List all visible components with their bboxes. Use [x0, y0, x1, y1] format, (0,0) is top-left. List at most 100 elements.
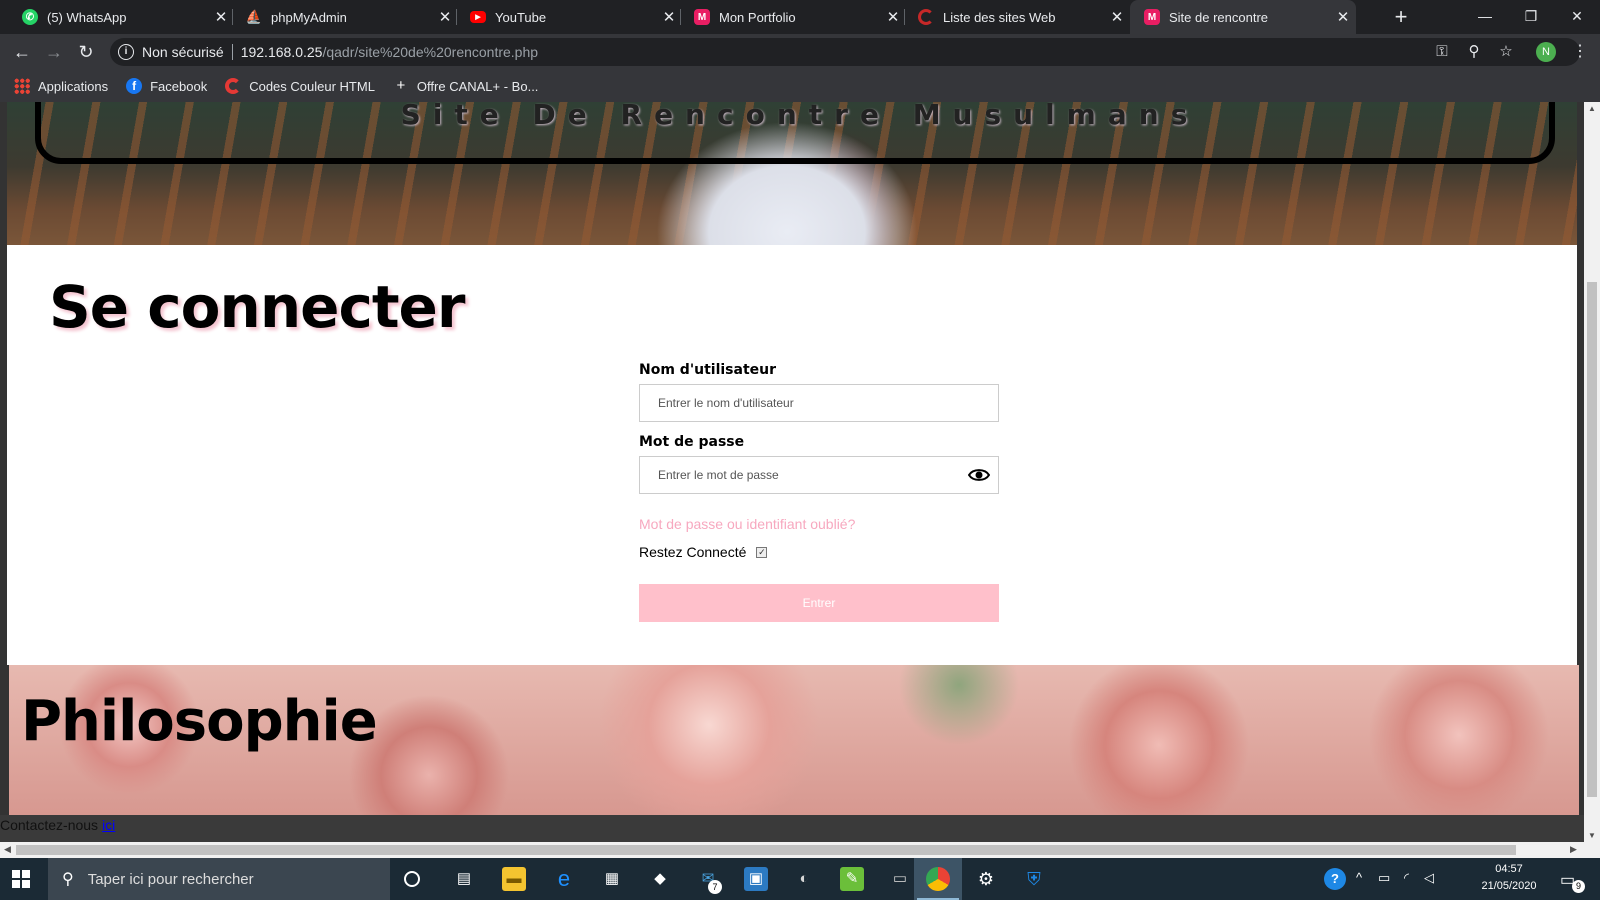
- new-tab-button[interactable]: +: [1388, 4, 1414, 30]
- contact-link[interactable]: ici: [102, 817, 115, 833]
- scroll-down-icon[interactable]: ▼: [1584, 831, 1600, 840]
- close-icon[interactable]: ✕: [432, 8, 458, 26]
- notepad-icon[interactable]: ✎: [840, 867, 864, 891]
- menu-dots-icon[interactable]: ⋮: [1572, 42, 1588, 62]
- password-placeholder: Entrer le mot de passe: [658, 468, 779, 482]
- remember-label: Restez Connecté: [639, 544, 747, 560]
- philosophy-banner: Philosophie: [9, 665, 1579, 815]
- bookmark-canal-plus[interactable]: + Offre CANAL+ - Bo...: [393, 78, 539, 94]
- cortana-icon[interactable]: [404, 871, 420, 887]
- tab-label: YouTube: [495, 9, 547, 25]
- bookmark-facebook[interactable]: f Facebook: [126, 78, 207, 94]
- vertical-scrollbar[interactable]: ▲ ▼: [1584, 102, 1600, 842]
- tab-phpmyadmin[interactable]: ⛵ phpMyAdmin ✕: [232, 0, 458, 34]
- tab-label: Mon Portfolio: [719, 9, 796, 25]
- volume-icon[interactable]: ◁: [1424, 870, 1434, 886]
- address-bar[interactable]: i Non sécurisé 192.168.0.25 /qadr/site%2…: [110, 38, 1580, 66]
- reload-button[interactable]: ↻: [74, 40, 98, 64]
- mail-badge: 7: [708, 880, 722, 894]
- tab-site-rencontre[interactable]: M Site de rencontre ✕: [1130, 0, 1356, 34]
- url-path[interactable]: /qadr/site%20de%20rencontre.php: [322, 44, 538, 60]
- key-icon[interactable]: ⚿: [1430, 40, 1454, 64]
- submit-button[interactable]: Entrer: [639, 584, 999, 622]
- battery-icon[interactable]: ▭: [1378, 870, 1390, 886]
- philosophy-heading: Philosophie: [21, 689, 378, 754]
- facebook-icon: f: [126, 78, 143, 94]
- scroll-up-icon[interactable]: ▲: [1584, 104, 1600, 113]
- browser-toolbar: ← → ↻ i Non sécurisé 192.168.0.25 /qadr/…: [0, 34, 1600, 70]
- close-icon[interactable]: ✕: [1330, 8, 1356, 26]
- minimize-button[interactable]: —: [1462, 0, 1508, 34]
- close-icon[interactable]: ✕: [1104, 8, 1130, 26]
- youtube-icon: ▶: [470, 11, 486, 23]
- bookmark-label: Facebook: [150, 78, 208, 94]
- edge-icon[interactable]: e: [552, 867, 576, 891]
- url-host[interactable]: 192.168.0.25: [241, 44, 323, 60]
- taskbar-search-placeholder: Taper ici pour rechercher: [87, 870, 254, 888]
- paint-icon[interactable]: ◐: [792, 867, 816, 891]
- eye-icon[interactable]: [968, 468, 990, 482]
- zoom-icon[interactable]: ⚲: [1462, 40, 1486, 64]
- task-view-icon[interactable]: ▤: [452, 867, 476, 891]
- login-form: Nom d'utilisateur Entrer le nom d'utilis…: [639, 360, 999, 622]
- file-explorer-icon[interactable]: ▬: [502, 867, 526, 891]
- site-list-icon: [918, 9, 934, 25]
- remember-me-row: Restez Connecté ✓: [639, 544, 999, 560]
- forgot-password-link[interactable]: Mot de passe ou identifiant oublié?: [639, 516, 999, 532]
- tab-youtube[interactable]: ▶ YouTube ✕: [456, 0, 682, 34]
- username-placeholder: Entrer le nom d'utilisateur: [658, 396, 794, 410]
- scroll-right-icon[interactable]: ▶: [1570, 844, 1577, 855]
- remember-checkbox[interactable]: ✓: [756, 546, 768, 558]
- settings-gear-icon[interactable]: ⚙: [974, 867, 998, 891]
- tab-strip: ✆ (5) WhatsApp ✕ ⛵ phpMyAdmin ✕ ▶ YouTub…: [0, 0, 1600, 34]
- taskbar-clock[interactable]: 04:57 21/05/2020: [1474, 861, 1544, 895]
- security-status[interactable]: Non sécurisé: [142, 44, 224, 60]
- windows-taskbar: ⚲ Taper ici pour rechercher ▤ ▬ e ▦ ◆ ✉ …: [0, 858, 1600, 900]
- close-icon[interactable]: ✕: [656, 8, 682, 26]
- canal-plus-icon: +: [396, 77, 406, 94]
- password-input[interactable]: Entrer le mot de passe: [639, 456, 999, 494]
- chevron-up-icon[interactable]: ^: [1356, 870, 1362, 885]
- back-button[interactable]: ←: [10, 40, 34, 64]
- taskbar-search-box[interactable]: ⚲ Taper ici pour rechercher: [48, 858, 390, 900]
- dropbox-icon[interactable]: ◆: [648, 867, 672, 891]
- info-icon[interactable]: i: [118, 44, 134, 60]
- tab-portfolio[interactable]: M Mon Portfolio ✕: [680, 0, 906, 34]
- vertical-scroll-thumb[interactable]: [1587, 282, 1597, 797]
- site-rencontre-icon: M: [1144, 9, 1160, 25]
- help-icon[interactable]: ?: [1324, 868, 1346, 890]
- tab-site-list[interactable]: Liste des sites Web ✕: [904, 0, 1130, 34]
- wifi-icon[interactable]: ◜: [1404, 870, 1409, 886]
- bookmark-codes-couleur[interactable]: Codes Couleur HTML: [225, 78, 375, 94]
- clock-date: 21/05/2020: [1481, 880, 1537, 892]
- apps-grid-icon: [14, 78, 30, 94]
- close-icon[interactable]: ✕: [880, 8, 906, 26]
- horizontal-scrollbar[interactable]: ◀ ▶: [0, 842, 1600, 858]
- scroll-left-icon[interactable]: ◀: [4, 844, 11, 855]
- bookmark-star-icon[interactable]: ☆: [1494, 40, 1518, 64]
- bookmark-label: Codes Couleur HTML: [249, 78, 375, 94]
- omnibox-divider: [231, 44, 233, 60]
- defender-shield-icon[interactable]: ⛨: [1022, 867, 1046, 891]
- bookmark-applications[interactable]: Applications: [14, 78, 108, 94]
- username-input[interactable]: Entrer le nom d'utilisateur: [639, 384, 999, 422]
- app-icon[interactable]: ▣: [744, 867, 768, 891]
- tab-label: Liste des sites Web: [943, 9, 1056, 25]
- tab-whatsapp[interactable]: ✆ (5) WhatsApp ✕: [8, 0, 234, 34]
- close-window-button[interactable]: ✕: [1554, 0, 1600, 34]
- forward-button[interactable]: →: [42, 40, 66, 64]
- bookmarks-bar: Applications f Facebook Codes Couleur HT…: [0, 70, 1600, 102]
- notification-count: 9: [1572, 880, 1585, 893]
- horizontal-scroll-thumb[interactable]: [16, 845, 1516, 855]
- close-icon[interactable]: ✕: [208, 8, 234, 26]
- bookmark-label: Offre CANAL+ - Bo...: [416, 78, 539, 94]
- restore-button[interactable]: ❐: [1508, 0, 1554, 34]
- monitor-icon[interactable]: ▭: [888, 867, 912, 891]
- contact-text: Contactez-nous: [0, 817, 99, 833]
- chrome-icon[interactable]: [926, 867, 950, 891]
- portfolio-icon: M: [694, 9, 710, 25]
- windows-start-icon[interactable]: [12, 870, 30, 888]
- tab-label: Site de rencontre: [1169, 9, 1269, 25]
- store-icon[interactable]: ▦: [600, 867, 624, 891]
- profile-avatar[interactable]: N: [1536, 42, 1556, 62]
